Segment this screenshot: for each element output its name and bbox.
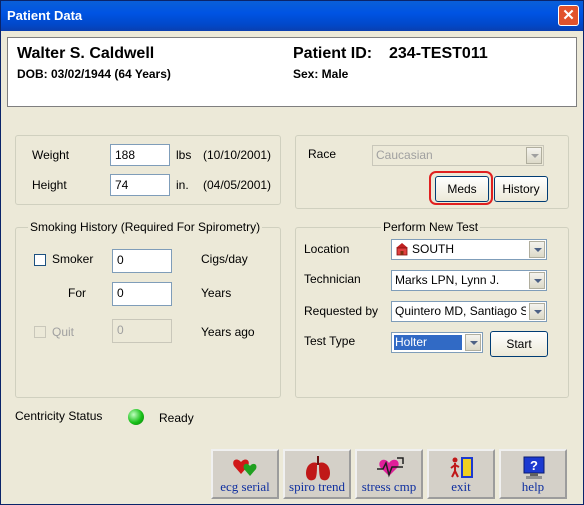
chevron-down-icon — [526, 147, 542, 164]
stress-cmp-icon — [377, 457, 404, 478]
help-label: help — [521, 479, 545, 494]
testtype-label: Test Type — [304, 334, 356, 348]
chevron-down-icon — [529, 303, 545, 320]
ecg-serial-button[interactable]: ecg serial — [211, 449, 279, 499]
technician-select[interactable]: Marks LPN, Lynn J. — [391, 270, 547, 291]
chevron-down-icon — [529, 241, 545, 258]
start-button[interactable]: Start — [490, 331, 548, 357]
help-button[interactable]: ? help — [499, 449, 567, 499]
technician-value: Marks LPN, Lynn J. — [395, 273, 500, 287]
help-icon: ? — [523, 456, 545, 479]
location-select[interactable]: SOUTH — [391, 239, 547, 260]
close-button[interactable]: ✕ — [558, 5, 579, 26]
location-label: Location — [304, 242, 350, 256]
patient-id-value: 234-TEST011 — [389, 45, 488, 62]
patient-data-window: Patient Data ✕ Walter S. Caldwell DOB: 0… — [0, 0, 584, 505]
patient-dob: DOB: 03/02/1944 (64 Years) — [17, 67, 171, 81]
status-label: Centricity Status — [15, 409, 103, 423]
patient-id-label: Patient ID: — [293, 45, 373, 62]
quit-unit: Years ago — [201, 325, 255, 339]
race-value: Caucasian — [376, 148, 433, 162]
quit-input[interactable]: 0 — [112, 319, 172, 343]
stress-cmp-label: stress cmp — [361, 479, 417, 494]
height-unit: in. — [176, 178, 189, 192]
chevron-down-icon — [465, 334, 481, 351]
smoking-group: Smoking History (Required For Spirometry… — [15, 220, 281, 398]
smoking-title: Smoking History (Required For Spirometry… — [28, 220, 263, 234]
ecg-serial-label: ecg serial — [220, 479, 270, 494]
title-bar[interactable]: Patient Data ✕ — [1, 1, 583, 31]
race-select[interactable]: Caucasian — [372, 145, 544, 166]
chevron-down-icon — [529, 272, 545, 289]
spiro-trend-label: spiro trend — [289, 479, 345, 494]
exit-button[interactable]: exit — [427, 449, 495, 499]
window-title: Patient Data — [7, 8, 83, 23]
meds-highlight — [429, 171, 493, 205]
spiro-trend-button[interactable]: spiro trend — [283, 449, 351, 499]
weight-input[interactable]: 188 — [110, 144, 170, 166]
technician-label: Technician — [304, 272, 361, 286]
svg-text:?: ? — [530, 458, 538, 473]
years-input[interactable]: 0 — [112, 282, 172, 306]
smoker-label: Smoker — [52, 252, 94, 266]
testtype-select[interactable]: Holter — [391, 332, 483, 353]
measurements-group: Weight 188 lbs (10/10/2001) Height 74 in… — [15, 135, 281, 205]
requested-select[interactable]: Quintero MD, Santiago S — [391, 301, 547, 322]
exit-icon — [450, 457, 473, 478]
height-input[interactable]: 74 — [110, 174, 170, 196]
weight-unit: lbs — [176, 148, 192, 162]
testtype-value: Holter — [394, 335, 462, 350]
weight-label: Weight — [32, 148, 70, 162]
stress-cmp-button[interactable]: stress cmp — [355, 449, 423, 499]
years-unit: Years — [201, 286, 232, 300]
quit-checkbox[interactable] — [34, 326, 46, 338]
ecg-serial-icon — [233, 459, 257, 476]
weight-date: (10/10/2001) — [203, 148, 272, 162]
cigs-unit: Cigs/day — [201, 252, 248, 266]
requested-label: Requested by — [304, 304, 379, 318]
smoker-checkbox[interactable] — [34, 254, 46, 266]
quit-label: Quit — [52, 325, 75, 339]
new-test-title: Perform New Test — [381, 220, 481, 234]
cigs-input[interactable]: 0 — [112, 249, 172, 273]
new-test-group: Perform New Test Location SOUTH Technici… — [295, 220, 569, 398]
height-label: Height — [32, 178, 67, 192]
patient-name: Walter S. Caldwell — [17, 45, 155, 62]
patient-sex: Sex: Male — [293, 67, 349, 81]
height-date: (04/05/2001) — [203, 178, 272, 192]
race-label: Race — [308, 147, 337, 161]
race-group: Race Caucasian Meds History — [295, 135, 569, 209]
location-value: SOUTH — [412, 242, 454, 256]
requested-value: Quintero MD, Santiago S — [395, 304, 526, 318]
history-button[interactable]: History — [494, 176, 548, 202]
building-icon — [396, 243, 408, 256]
patient-header: Walter S. Caldwell DOB: 03/02/1944 (64 Y… — [7, 37, 577, 107]
status-value: Ready — [159, 411, 194, 425]
exit-label: exit — [451, 479, 471, 494]
for-label: For — [68, 286, 86, 300]
status-led-icon — [128, 409, 144, 425]
